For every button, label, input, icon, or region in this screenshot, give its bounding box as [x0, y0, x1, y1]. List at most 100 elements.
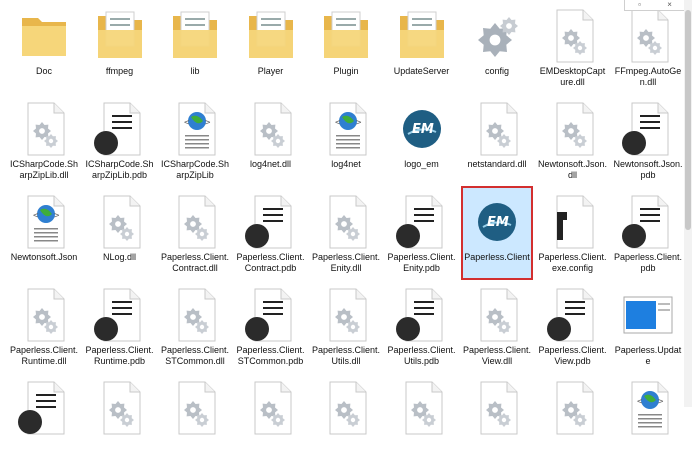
pdb-icon — [243, 194, 299, 250]
file-item[interactable]: Paperless.Client.Utils.pdb — [386, 279, 458, 373]
window-controls: ▫ × — [624, 0, 686, 11]
file-item[interactable]: Paperless.Client.Enity.dll — [310, 186, 382, 280]
file-item-selected[interactable]: EM Paperless.Client — [461, 186, 533, 280]
file-item[interactable] — [386, 372, 458, 466]
file-name: Paperless.Client.Utils.dll — [311, 345, 381, 366]
file-item[interactable]: EMDesktopCapture.dll — [537, 0, 609, 94]
file-name: Plugin — [333, 66, 359, 76]
file-item[interactable]: Paperless.Client.STCommon.dll — [159, 279, 231, 373]
dll-icon — [167, 380, 223, 436]
pdb-icon — [16, 380, 72, 436]
file-grid: Doc ffmpeg lib Player Plugin UpdateServe… — [0, 0, 692, 435]
close-icon[interactable]: × — [667, 0, 672, 10]
file-item[interactable]: NLog.dll — [84, 186, 156, 280]
file-item[interactable]: Paperless.Client.View.dll — [461, 279, 533, 373]
file-item[interactable]: Paperless.Client.View.pdb — [537, 279, 609, 373]
dll-icon — [243, 380, 299, 436]
file-name: FFmpeg.AutoGen.dll — [614, 66, 682, 87]
file-item[interactable]: < > — [612, 372, 684, 466]
file-name: lib — [190, 66, 200, 76]
gear-icon — [469, 8, 525, 64]
file-item[interactable]: ICSharpCode.SharpZipLib.dll — [8, 93, 80, 187]
dll-icon — [318, 194, 374, 250]
app-window-icon — [620, 287, 676, 343]
file-item[interactable] — [537, 372, 609, 466]
file-item[interactable]: Paperless.Client.Utils.dll — [310, 279, 382, 373]
file-item[interactable]: config — [461, 0, 533, 94]
file-item[interactable]: FFmpeg.AutoGen.dll — [612, 0, 684, 94]
dll-icon — [469, 101, 525, 157]
dll-icon — [545, 8, 601, 64]
dll-icon — [545, 380, 601, 436]
file-name: Paperless.Client.Enity.dll — [311, 252, 381, 273]
file-item[interactable]: netstandard.dll — [461, 93, 533, 187]
file-item[interactable] — [84, 372, 156, 466]
file-item[interactable] — [235, 372, 307, 466]
file-name: ICSharpCode.SharpZipLib.dll — [9, 159, 79, 180]
scroll-thumb[interactable] — [685, 10, 691, 230]
file-item[interactable]: log4net.dll — [235, 93, 307, 187]
xml-icon: < > — [318, 101, 374, 157]
file-item[interactable]: < > Newtonsoft.Json — [8, 186, 80, 280]
file-name: ICSharpCode.SharpZipLib — [160, 159, 230, 180]
pdb-icon — [620, 194, 676, 250]
file-item[interactable]: Paperless.Client.Runtime.pdb — [84, 279, 156, 373]
file-name: ffmpeg — [105, 66, 134, 76]
file-name: Paperless.Client.Utils.pdb — [387, 345, 456, 366]
vertical-scrollbar[interactable] — [684, 0, 692, 407]
folder-docs-icon — [243, 8, 299, 64]
pdb-icon — [92, 101, 148, 157]
file-item[interactable]: Paperless.Client.Contract.dll — [159, 186, 231, 280]
svg-text:<: < — [33, 211, 39, 221]
file-name: Paperless.Update — [614, 345, 682, 366]
dll-icon — [167, 194, 223, 250]
file-item[interactable]: Doc — [8, 0, 80, 94]
file-item[interactable]: < > ICSharpCode.SharpZipLib — [159, 93, 231, 187]
xml-icon: < > — [620, 380, 676, 436]
file-item[interactable]: Newtonsoft.Json.pdb — [612, 93, 684, 187]
svg-text:EM: EM — [412, 122, 434, 137]
file-name: Newtonsoft.Json — [10, 252, 78, 262]
file-name: Paperless.Client.Contract.dll — [160, 252, 230, 273]
file-name: Paperless.Client.Enity.pdb — [387, 252, 456, 273]
file-name: Paperless.Client.exe.config — [538, 252, 607, 273]
file-item[interactable]: UpdateServer — [386, 0, 458, 94]
file-item[interactable]: Player — [235, 0, 307, 94]
file-item[interactable] — [310, 372, 382, 466]
folder-docs-icon — [318, 8, 374, 64]
pdb-icon — [394, 194, 450, 250]
file-name: Player — [257, 66, 284, 76]
file-item[interactable]: Paperless.Client.pdb — [612, 186, 684, 280]
file-item[interactable]: Paperless.Client.Enity.pdb — [386, 186, 458, 280]
dll-icon — [545, 101, 601, 157]
file-item[interactable]: < > log4net — [310, 93, 382, 187]
dll-icon — [16, 101, 72, 157]
file-item[interactable]: Paperless.Client.Runtime.dll — [8, 279, 80, 373]
file-item[interactable]: ffmpeg — [84, 0, 156, 94]
file-item[interactable]: Plugin — [310, 0, 382, 94]
file-item[interactable]: Paperless.Update — [612, 279, 684, 373]
file-item[interactable] — [461, 372, 533, 466]
file-item[interactable]: ICSharpCode.SharpZipLib.pdb — [84, 93, 156, 187]
logo-icon: EM — [469, 194, 525, 250]
file-item[interactable]: lib — [159, 0, 231, 94]
file-name: Paperless.Client.STCommon.pdb — [236, 345, 305, 366]
file-item[interactable]: Paperless.Client.STCommon.pdb — [235, 279, 307, 373]
pdb-icon — [545, 287, 601, 343]
file-item[interactable]: Paperless.Client.exe.config — [537, 186, 609, 280]
file-item[interactable]: Newtonsoft.Json.dll — [537, 93, 609, 187]
file-item[interactable]: Paperless.Client.Contract.pdb — [235, 186, 307, 280]
restore-icon[interactable]: ▫ — [638, 0, 641, 10]
file-name: Newtonsoft.Json.pdb — [613, 159, 683, 180]
dll-icon — [92, 194, 148, 250]
svg-text:EM: EM — [487, 215, 509, 230]
svg-text:<: < — [184, 118, 190, 128]
dll-icon — [469, 287, 525, 343]
file-name: Paperless.Client — [464, 252, 530, 262]
folder-plain-icon — [16, 8, 72, 64]
file-item[interactable] — [8, 372, 80, 466]
dll-icon — [92, 380, 148, 436]
file-item[interactable] — [159, 372, 231, 466]
file-item[interactable]: EM logo_em — [386, 93, 458, 187]
dll-icon — [318, 380, 374, 436]
